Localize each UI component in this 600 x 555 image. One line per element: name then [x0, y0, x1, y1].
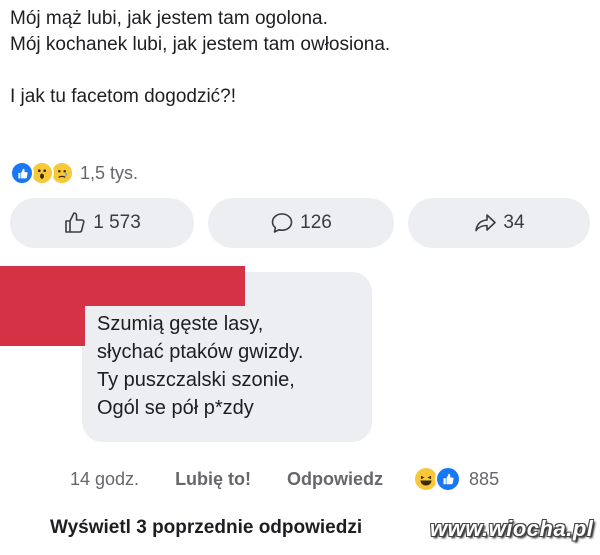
comment-line: Ogól se pół p*zdy: [97, 397, 254, 419]
comment-button[interactable]: 126: [208, 198, 394, 248]
comment-line: Ty puszczalski szonie,: [97, 369, 295, 391]
comment-line: słychać ptaków gwizdy.: [97, 341, 304, 363]
post-line: Mój kochanek lubi, jak jestem tam owłosi…: [10, 34, 391, 55]
share-button[interactable]: 34: [408, 198, 590, 248]
comment-reply-link[interactable]: Odpowiedz: [287, 469, 383, 490]
comment-count: 126: [300, 212, 332, 233]
post-reactions-summary[interactable]: 1,5 tys.: [10, 160, 138, 186]
reactions-count: 1,5 tys.: [80, 162, 139, 183]
like-button[interactable]: 1 573: [10, 198, 194, 248]
comment-line: Szumią gęste lasy,: [97, 313, 264, 335]
comment-like-link[interactable]: Lubię to!: [175, 469, 251, 490]
share-count: 34: [503, 212, 525, 233]
comment-meta: 14 godz. Lubię to! Odpowiedz 885: [70, 466, 499, 492]
watermark: www.wiocha.pl: [430, 516, 594, 541]
post-line: Mój mąż lubi, jak jestem tam ogolona.: [10, 8, 328, 29]
comment-icon: [271, 213, 293, 233]
post-text: Mój mąż lubi, jak jestem tam ogolona. Mó…: [10, 6, 390, 110]
like-count: 1 573: [93, 212, 141, 233]
like-icon: [435, 466, 462, 492]
redaction-block: [0, 302, 85, 346]
comment-reaction-count: 885: [469, 468, 500, 489]
comment-text: Szumią gęste lasy, słychać ptaków gwizdy…: [97, 310, 303, 422]
share-arrow-icon: [475, 214, 497, 232]
comment-timestamp[interactable]: 14 godz.: [70, 469, 139, 490]
redaction-block: [0, 266, 245, 306]
comment-reactions[interactable]: 885: [413, 466, 499, 492]
like-icon: [10, 161, 34, 185]
view-previous-replies-link[interactable]: Wyświetl 3 poprzednie odpowiedzi: [50, 517, 362, 539]
post-line: I jak tu facetom dogodzić?!: [10, 86, 237, 107]
thumbs-up-icon: [65, 212, 85, 233]
